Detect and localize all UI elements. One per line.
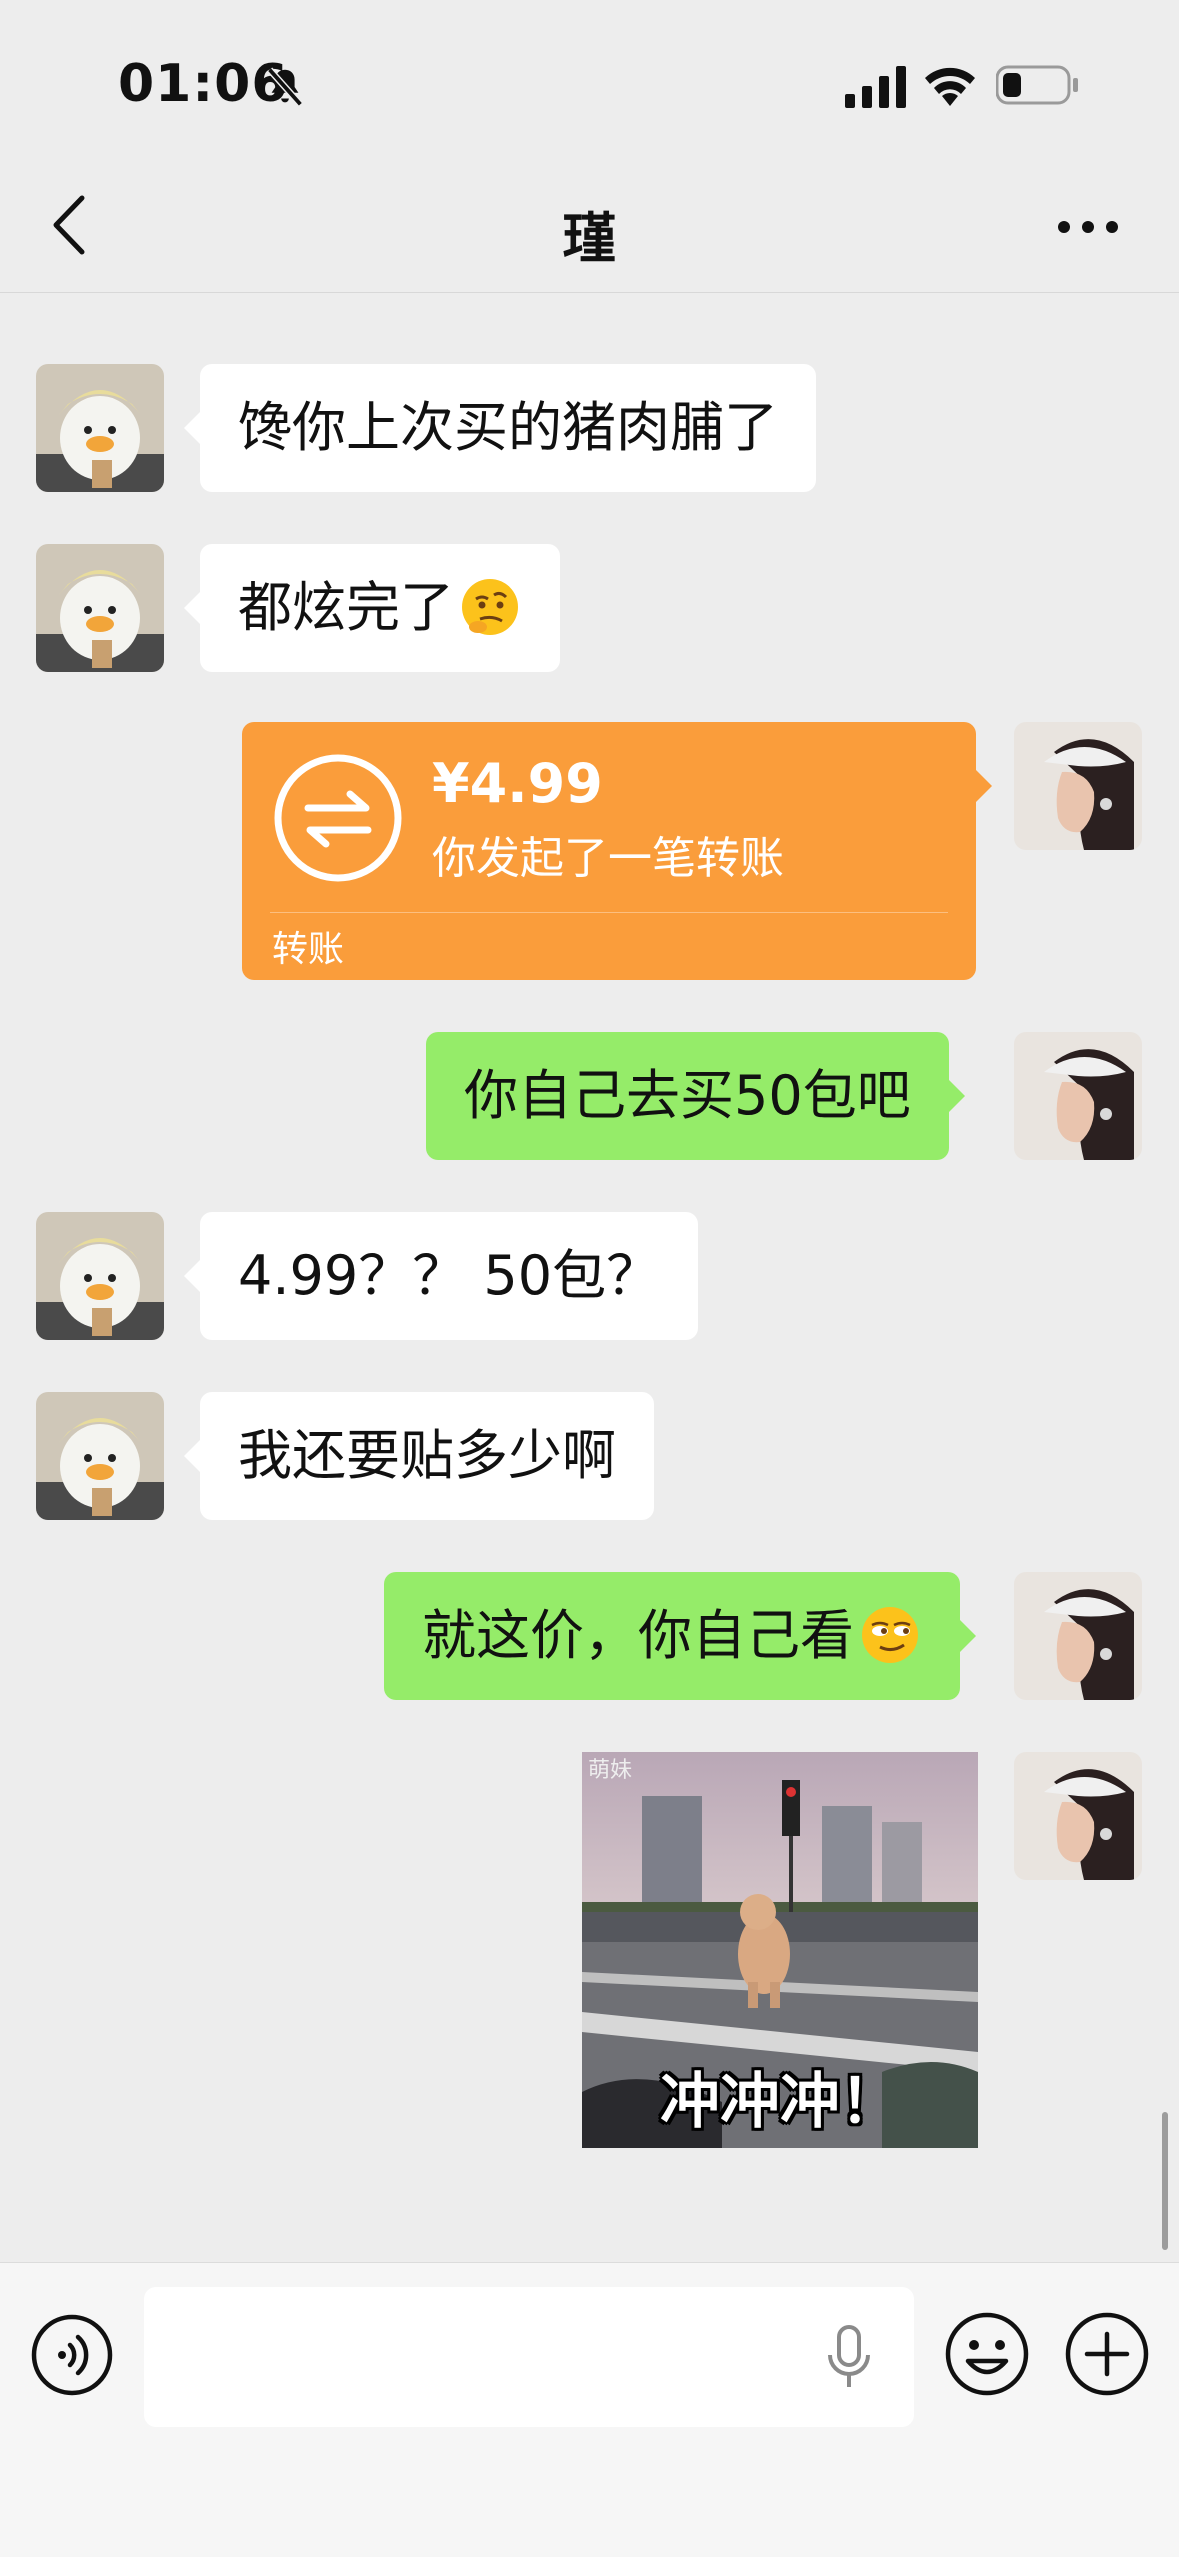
transfer-description: 你发起了一笔转账 <box>432 833 784 884</box>
status-bar: 01:06 <box>0 0 1179 160</box>
contact-avatar[interactable] <box>36 1212 164 1340</box>
chat-header: 瑾 <box>0 160 1179 293</box>
battery-icon <box>996 65 1078 105</box>
wifi-icon <box>925 67 975 106</box>
emoji-icon[interactable] <box>944 2311 1030 2397</box>
voice-icon[interactable] <box>30 2313 114 2397</box>
message-bubble-incoming[interactable]: 我还要贴多少啊 <box>184 1392 654 1520</box>
message-bubble-incoming[interactable]: 都炫完了 <box>184 544 560 672</box>
contact-avatar[interactable] <box>36 1392 164 1520</box>
gif-caption: 冲冲冲！ <box>660 2067 900 2137</box>
contact-avatar[interactable] <box>36 364 164 492</box>
message-bubble-outgoing[interactable]: 你自己去买50包吧 <box>426 1032 965 1160</box>
smirk-face-icon <box>862 1607 918 1664</box>
contact-avatar[interactable] <box>36 544 164 672</box>
microphone-icon[interactable] <box>824 2323 874 2393</box>
plus-icon[interactable] <box>1064 2311 1150 2397</box>
chat-title: 瑾 <box>562 207 617 270</box>
message-bubble-incoming[interactable]: 馋你上次买的猪肉脯了 <box>184 364 816 492</box>
input-bar <box>0 2262 1179 2557</box>
ellipsis-icon[interactable] <box>1056 212 1120 242</box>
gif-sticker[interactable]: 萌妹 冲冲冲！ <box>582 1752 978 2148</box>
message-text: 就这价，你自己看 <box>422 1604 854 1667</box>
scrollbar[interactable] <box>1162 2112 1168 2250</box>
message-bubble-outgoing[interactable]: 就这价，你自己看 <box>384 1572 976 1700</box>
transfer-card[interactable]: ¥4.99 你发起了一笔转账 转账 <box>242 722 992 980</box>
transfer-label: 转账 <box>272 929 345 970</box>
transfer-arrows-icon <box>274 754 402 882</box>
my-avatar[interactable] <box>1014 1752 1142 1880</box>
message-bubble-incoming[interactable]: 4.99？？ 50包？ <box>183 1212 699 1340</box>
gif-watermark: 萌妹 <box>588 1758 633 1783</box>
bell-muted-icon <box>267 67 303 107</box>
transfer-amount: ¥4.99 <box>432 752 603 815</box>
message-input[interactable] <box>144 2287 914 2427</box>
my-avatar[interactable] <box>1014 1572 1142 1700</box>
message-text: 都炫完了 <box>238 576 454 639</box>
my-avatar[interactable] <box>1014 1032 1142 1160</box>
my-avatar[interactable] <box>1014 722 1142 850</box>
thinking-face-icon <box>462 579 518 636</box>
divider <box>270 912 948 913</box>
cellular-signal-icon <box>845 66 906 108</box>
